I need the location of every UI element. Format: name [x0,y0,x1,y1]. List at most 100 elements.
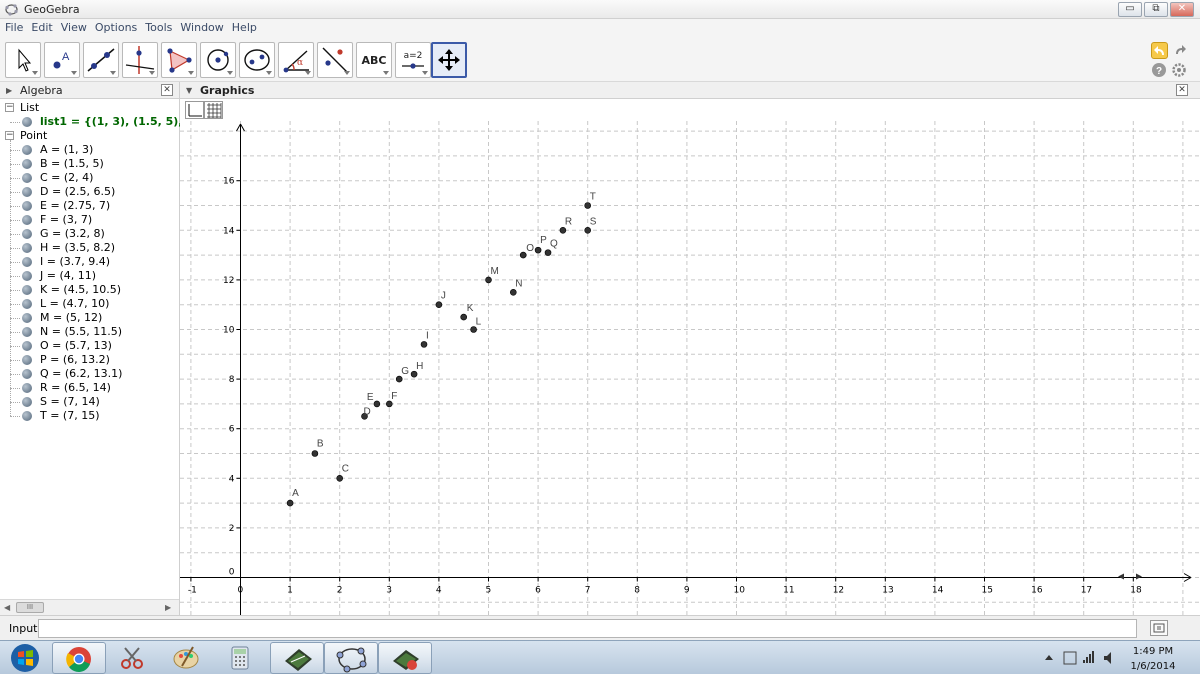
point-item[interactable]: T = (7, 15) [0,409,180,423]
visibility-bullet-icon[interactable] [22,243,32,253]
point-definition[interactable]: J = (4, 11) [40,269,96,282]
visibility-bullet-icon[interactable] [22,411,32,421]
visibility-bullet-icon[interactable] [22,327,32,337]
visibility-bullet-icon[interactable] [22,383,32,393]
scroll-right-icon[interactable]: ▶ [165,603,171,612]
help-icon[interactable]: ? [1151,62,1168,79]
point-definition[interactable]: E = (2.75, 7) [40,199,110,212]
point-item[interactable]: Q = (6.2, 13.1) [0,367,180,381]
point-definition[interactable]: A = (1, 3) [40,143,93,156]
point-S[interactable] [584,227,592,234]
taskbar-geogebra[interactable] [324,642,378,674]
visibility-bullet-icon[interactable] [22,355,32,365]
point-item[interactable]: L = (4.7, 10) [0,297,180,311]
line-tool-button[interactable] [83,42,119,78]
network-flag-icon[interactable] [1063,651,1077,665]
taskbar-calculator[interactable] [214,642,268,674]
visibility-bullet-icon[interactable] [22,299,32,309]
restore-button[interactable]: ⧉ [1144,2,1168,17]
point-A[interactable] [286,499,294,507]
signal-icon[interactable] [1083,651,1094,663]
point-definition[interactable]: D = (2.5, 6.5) [40,185,115,198]
settings-gear-icon[interactable] [1171,62,1188,79]
point-definition[interactable]: M = (5, 12) [40,311,102,324]
conic-tool-button[interactable] [239,42,275,78]
point-item[interactable]: G = (3.2, 8) [0,227,180,241]
point-item[interactable]: S = (7, 14) [0,395,180,409]
visibility-bullet-icon[interactable] [22,117,32,127]
point-C[interactable] [336,474,343,482]
visibility-bullet-icon[interactable] [22,257,32,267]
visibility-bullet-icon[interactable] [22,173,32,183]
point-N[interactable] [509,289,517,296]
list-item[interactable]: list1 = {(1, 3), (1.5, 5), (2, 4), [0,115,224,129]
angle-tool-button[interactable]: α [278,42,314,78]
volume-icon[interactable] [1104,652,1111,664]
point-item[interactable]: R = (6.5, 14) [0,381,180,395]
show-hidden-icons-icon[interactable] [1045,655,1053,660]
point-definition[interactable]: G = (3.2, 8) [40,227,105,240]
visibility-bullet-icon[interactable] [22,397,32,407]
graphics-close-button[interactable]: ✕ [1176,84,1188,96]
point-definition[interactable]: P = (6, 13.2) [40,353,110,366]
visibility-bullet-icon[interactable] [22,159,32,169]
visibility-bullet-icon[interactable] [22,229,32,239]
taskbar-geogebra-alt[interactable] [378,642,432,674]
taskbar-paint[interactable] [160,642,214,674]
point-definition[interactable]: I = (3.7, 9.4) [40,255,110,268]
move-graphics-tool-button[interactable] [431,42,467,78]
reflect-tool-button[interactable] [317,42,353,78]
point-E[interactable] [373,400,381,408]
circle-tool-button[interactable] [200,42,236,78]
minimize-button[interactable]: ▭ [1118,2,1142,17]
point-item[interactable]: K = (4.5, 10.5) [0,283,180,297]
point-item[interactable]: P = (6, 13.2) [0,353,180,367]
point-definition[interactable]: T = (7, 15) [40,409,100,422]
point-I[interactable] [420,341,428,348]
undo-icon[interactable] [1151,42,1168,59]
point-item[interactable]: N = (5.5, 11.5) [0,325,180,339]
visibility-bullet-icon[interactable] [22,201,32,211]
resize-arrows-icon[interactable] [1118,573,1142,580]
show-grid-button[interactable] [204,101,223,119]
collapse-point-icon[interactable]: − [5,131,14,140]
text-tool-button[interactable]: ABC [356,42,392,78]
point-definition[interactable]: B = (1.5, 5) [40,157,104,170]
point-item[interactable]: J = (4, 11) [0,269,180,283]
taskbar-geogebra-classic[interactable] [270,642,324,674]
windows-start-button[interactable] [0,642,52,674]
point-Q[interactable] [544,249,552,256]
point-item[interactable]: E = (2.75, 7) [0,199,180,213]
collapse-caret-icon[interactable]: ▶ [6,86,12,95]
polygon-tool-button[interactable] [161,42,197,78]
visibility-bullet-icon[interactable] [22,313,32,323]
slider-tool-button[interactable]: a=2 [395,42,431,78]
menu-window[interactable]: Window [175,19,226,34]
taskbar-snipping-tool[interactable] [106,642,160,674]
point-T[interactable] [584,202,592,209]
menu-tools[interactable]: Tools [140,19,175,34]
horizontal-scrollbar[interactable]: ◀ III ▶ [0,599,179,615]
visibility-bullet-icon[interactable] [22,145,32,155]
move-tool-button[interactable] [5,42,41,78]
point-K[interactable] [460,313,468,321]
point-item[interactable]: F = (3, 7) [0,213,180,227]
point-P[interactable] [534,246,542,254]
visibility-bullet-icon[interactable] [22,271,32,281]
point-M[interactable] [485,276,492,284]
taskbar-chrome[interactable] [52,642,106,674]
point-definition[interactable]: Q = (6.2, 13.1) [40,367,122,380]
point-item[interactable]: C = (2, 4) [0,171,180,185]
clock[interactable]: 1:49 PM 1/6/2014 [1128,644,1178,674]
scroll-left-icon[interactable]: ◀ [4,603,10,612]
point-category[interactable]: − Point [0,129,180,143]
show-axes-button[interactable] [185,101,204,119]
point-item[interactable]: D = (2.5, 6.5) [0,185,180,199]
visibility-bullet-icon[interactable] [22,341,32,351]
point-definition[interactable]: O = (5.7, 13) [40,339,112,352]
point-item[interactable]: H = (3.5, 8.2) [0,241,180,255]
visibility-bullet-icon[interactable] [22,369,32,379]
point-definition[interactable]: K = (4.5, 10.5) [40,283,121,296]
point-definition[interactable]: N = (5.5, 11.5) [40,325,122,338]
point-tool-button[interactable]: A [44,42,80,78]
